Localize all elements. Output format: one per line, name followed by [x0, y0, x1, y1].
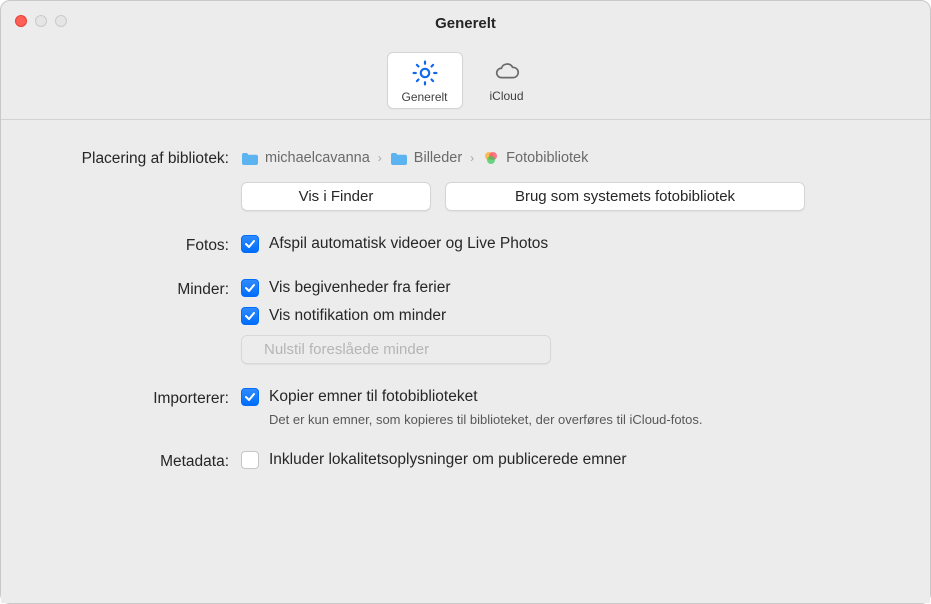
checkbox-copy-items[interactable]	[241, 388, 259, 406]
checkbox-notification[interactable]	[241, 307, 259, 325]
gear-icon	[411, 59, 439, 87]
chevron-right-icon: ›	[378, 151, 382, 165]
library-location-row: Placering af bibliotek: michaelcavanna ›	[41, 148, 890, 211]
label-minder: Minder:	[41, 279, 241, 364]
notification-checkbox-row[interactable]: Vis notifikation om minder	[241, 307, 890, 325]
chevron-right-icon: ›	[470, 151, 474, 165]
library-buttons: Vis i Finder Brug som systemets fotobibl…	[241, 182, 890, 211]
toolbar: Generelt iCloud	[1, 46, 930, 120]
breadcrumb-item-library[interactable]: Fotobibliotek	[482, 150, 588, 166]
minder-row: Minder: Vis begivenheder fra ferier Vis …	[41, 279, 890, 364]
tab-label: iCloud	[489, 89, 523, 103]
importerer-row: Importerer: Kopier emner til fotobibliot…	[41, 388, 890, 427]
breadcrumb-text: Fotobibliotek	[506, 150, 588, 166]
tab-generelt[interactable]: Generelt	[387, 52, 463, 109]
metadata-row: Metadata: Inkluder lokalitetsoplysninger…	[41, 451, 890, 471]
traffic-lights	[15, 15, 67, 27]
photos-library-icon	[482, 150, 500, 166]
minimize-button[interactable]	[35, 15, 47, 27]
breadcrumb-text: Billeder	[414, 150, 462, 166]
use-as-system-library-button[interactable]: Brug som systemets fotobibliotek	[445, 182, 805, 211]
maximize-button[interactable]	[55, 15, 67, 27]
show-in-finder-button[interactable]: Vis i Finder	[241, 182, 431, 211]
preferences-window: Generelt Generelt iCloud Placering af bi…	[0, 0, 931, 604]
home-folder-icon	[241, 150, 259, 166]
checkbox-label: Inkluder lokalitetsoplysninger om public…	[269, 451, 627, 469]
tab-label: Generelt	[401, 90, 447, 104]
include-location-checkbox-row[interactable]: Inkluder lokalitetsoplysninger om public…	[241, 451, 890, 469]
autoplay-checkbox-row[interactable]: Afspil automatisk videoer og Live Photos	[241, 235, 890, 253]
checkbox-holidays[interactable]	[241, 279, 259, 297]
breadcrumb-item-user[interactable]: michaelcavanna	[241, 150, 370, 166]
reset-memories-button: Nulstil foreslåede minder	[241, 335, 551, 364]
content: Placering af bibliotek: michaelcavanna ›	[1, 120, 930, 603]
cloud-icon	[493, 58, 521, 86]
breadcrumb-item-pictures[interactable]: Billeder	[390, 150, 462, 166]
fotos-row: Fotos: Afspil automatisk videoer og Live…	[41, 235, 890, 255]
close-button[interactable]	[15, 15, 27, 27]
checkbox-label: Kopier emner til fotobiblioteket	[269, 388, 478, 406]
holidays-checkbox-row[interactable]: Vis begivenheder fra ferier	[241, 279, 890, 297]
label-library-location: Placering af bibliotek:	[41, 148, 241, 211]
label-fotos: Fotos:	[41, 235, 241, 255]
breadcrumb-text: michaelcavanna	[265, 150, 370, 166]
checkbox-label: Vis begivenheder fra ferier	[269, 279, 451, 297]
checkbox-label: Afspil automatisk videoer og Live Photos	[269, 235, 548, 253]
checkbox-label: Vis notifikation om minder	[269, 307, 446, 325]
breadcrumb: michaelcavanna › Billeder › Fo	[241, 148, 890, 172]
tab-icloud[interactable]: iCloud	[469, 52, 545, 109]
checkbox-autoplay[interactable]	[241, 235, 259, 253]
label-metadata: Metadata:	[41, 451, 241, 471]
copy-items-help-text: Det er kun emner, som kopieres til bibli…	[241, 412, 890, 427]
window-title: Generelt	[13, 15, 918, 32]
pictures-folder-icon	[390, 150, 408, 166]
titlebar: Generelt	[1, 1, 930, 46]
label-importerer: Importerer:	[41, 388, 241, 427]
checkbox-include-location[interactable]	[241, 451, 259, 469]
copy-items-checkbox-row[interactable]: Kopier emner til fotobiblioteket	[241, 388, 890, 406]
